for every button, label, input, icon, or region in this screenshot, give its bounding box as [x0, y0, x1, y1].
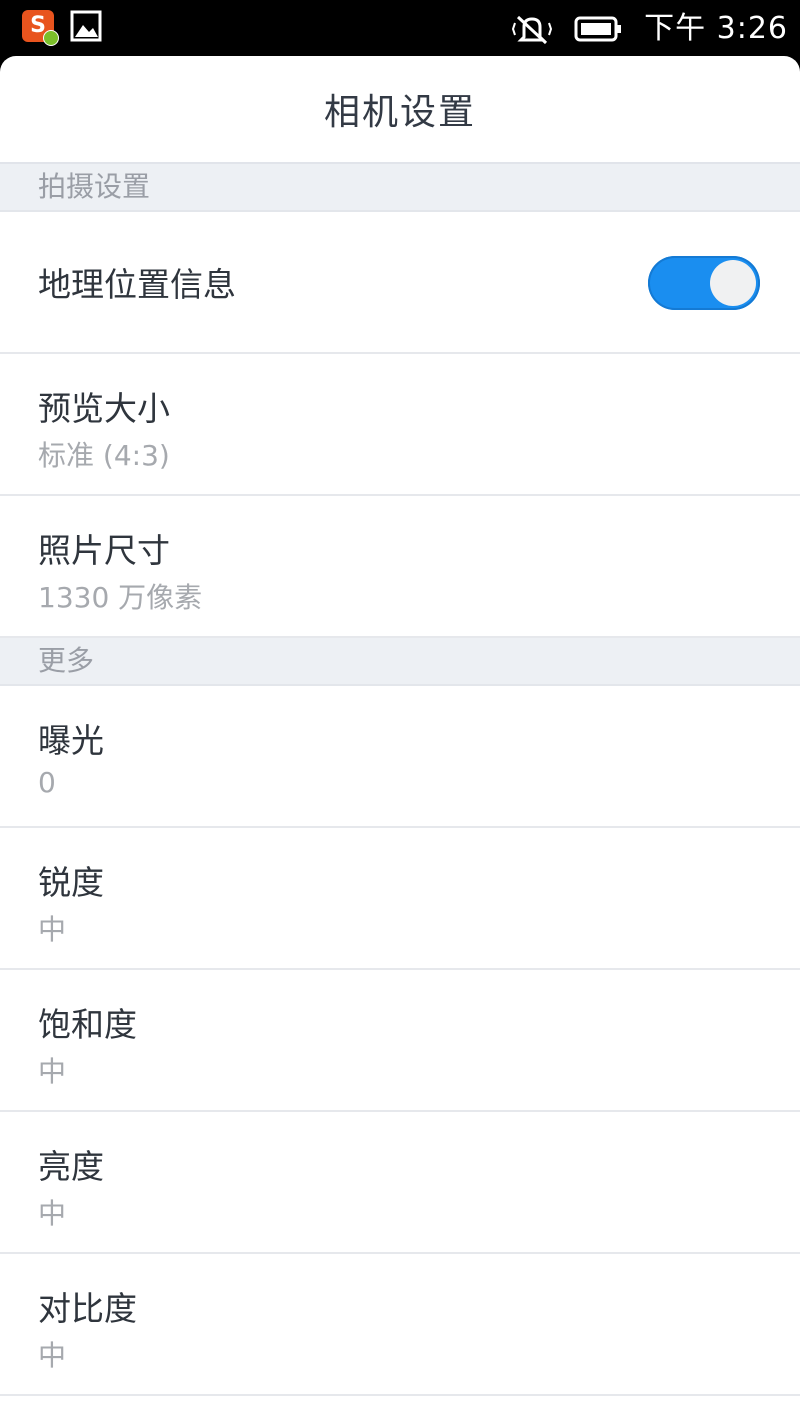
settings-item-value: 标准 (4:3) [38, 439, 170, 472]
settings-item-label: 锐度 [38, 863, 104, 902]
camera-settings-sheet: 相机设置 拍摄设置 地理位置信息 预览大小 标准 (4:3) 照片尺寸 1330… [0, 56, 800, 1422]
settings-item-saturation[interactable]: 饱和度 中 [0, 970, 800, 1112]
sogou-input-icon: S [22, 10, 59, 46]
page-title: 相机设置 [0, 56, 800, 164]
settings-item-label: 预览大小 [38, 389, 170, 428]
settings-item-value: 中 [38, 913, 67, 946]
settings-item-value: 0 [38, 766, 56, 799]
location-toggle[interactable] [648, 256, 760, 310]
settings-item-label: 对比度 [38, 1289, 137, 1328]
toggle-knob [710, 260, 756, 306]
settings-item-value: 中 [38, 1339, 67, 1372]
settings-item-label: 曝光 [38, 721, 104, 760]
settings-item-sharpness[interactable]: 锐度 中 [0, 828, 800, 970]
settings-item-preview-size[interactable]: 预览大小 标准 (4:3) [0, 354, 800, 496]
status-bar: S 下午 3:26 [0, 0, 800, 56]
settings-item-label: 地理位置信息 [38, 265, 236, 304]
clock: 下午 3:26 [644, 11, 788, 46]
settings-item-label: 照片尺寸 [38, 531, 170, 570]
settings-item-photo-size[interactable]: 照片尺寸 1330 万像素 [0, 496, 800, 638]
silent-bell-icon [512, 15, 553, 45]
settings-item-exposure[interactable]: 曝光 0 [0, 686, 800, 828]
section-header-shooting: 拍摄设置 [0, 164, 800, 212]
settings-item-label: 亮度 [38, 1147, 104, 1186]
settings-item-location[interactable]: 地理位置信息 [0, 212, 800, 354]
settings-item-contrast[interactable]: 对比度 中 [0, 1254, 800, 1396]
settings-item-brightness[interactable]: 亮度 中 [0, 1112, 800, 1254]
settings-item-value: 1330 万像素 [38, 581, 203, 614]
settings-item-label: 饱和度 [38, 1005, 137, 1044]
settings-item-value: 中 [38, 1197, 67, 1230]
system-icons: 下午 3:26 [512, 9, 788, 49]
settings-item-value: 中 [38, 1055, 67, 1088]
image-icon [70, 10, 102, 42]
battery-icon [574, 16, 622, 42]
notification-icons: S [22, 10, 102, 46]
section-header-more: 更多 [0, 638, 800, 686]
